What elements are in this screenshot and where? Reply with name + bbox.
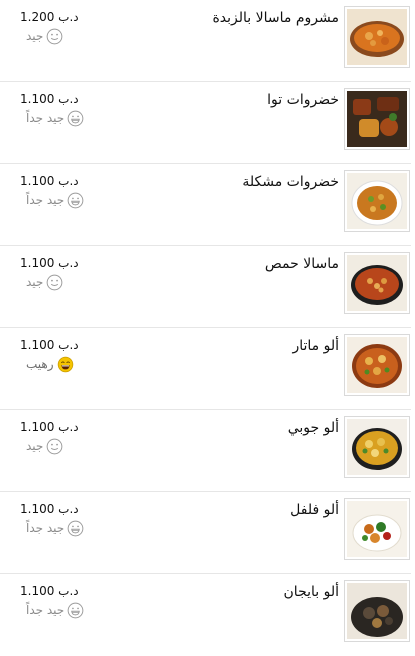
- dish-price: د.ب 1.100: [20, 174, 79, 188]
- dish-rating: جيد جداً: [26, 109, 84, 127]
- smile-face-icon: [47, 274, 63, 290]
- dish-name[interactable]: ألو بايجان: [284, 584, 339, 600]
- dish-thumbnail[interactable]: [344, 416, 410, 478]
- dish-name[interactable]: ألو جوبي: [288, 420, 339, 436]
- dish-photo-icon: [347, 173, 407, 229]
- rating-label: جيد: [26, 439, 44, 453]
- dish-photo-icon: [347, 255, 407, 311]
- rating-label: جيد جداً: [26, 111, 65, 125]
- menu-list: مشروم ماسالا بالزبدة د.ب 1.200 جيد خضروا…: [0, 0, 415, 642]
- dish-price: د.ب 1.200: [20, 10, 79, 24]
- dish-rating: جيد جداً: [26, 191, 84, 209]
- dish-photo-icon: [347, 419, 407, 475]
- dish-rating: جيد: [26, 437, 63, 455]
- menu-item[interactable]: خضروات مشكلة د.ب 1.100 جيد جداً: [0, 164, 411, 246]
- dish-photo-icon: [347, 337, 407, 393]
- dish-photo-icon: [347, 501, 407, 557]
- rating-label: جيد جداً: [26, 193, 65, 207]
- dish-rating: جيد: [26, 273, 63, 291]
- grin-face-icon: [67, 602, 84, 618]
- rating-label: رهيب: [26, 357, 54, 371]
- grin-face-icon: [67, 110, 84, 126]
- dish-rating: جيد: [26, 27, 63, 45]
- menu-item[interactable]: ألو بايجان د.ب 1.100 جيد جداً: [0, 574, 411, 656]
- dish-photo-icon: [347, 91, 407, 147]
- menu-item[interactable]: ماسالا حمص د.ب 1.100 جيد: [0, 246, 411, 328]
- dish-name[interactable]: ألو فلفل: [290, 502, 339, 518]
- dish-price: د.ب 1.100: [20, 584, 79, 598]
- menu-item[interactable]: ألو ماتار د.ب 1.100 رهيب: [0, 328, 411, 410]
- menu-item[interactable]: ألو جوبي د.ب 1.100 جيد: [0, 410, 411, 492]
- dish-price: د.ب 1.100: [20, 420, 79, 434]
- dish-rating: رهيب: [26, 355, 74, 373]
- dish-thumbnail[interactable]: [344, 580, 410, 642]
- smile-face-icon: [47, 28, 63, 44]
- grin-face-icon: [67, 192, 84, 208]
- menu-item[interactable]: ألو فلفل د.ب 1.100 جيد جداً: [0, 492, 411, 574]
- dish-thumbnail[interactable]: [344, 170, 410, 232]
- dish-price: د.ب 1.100: [20, 92, 79, 106]
- dish-name[interactable]: ماسالا حمص: [265, 256, 339, 272]
- dish-thumbnail[interactable]: [344, 252, 410, 314]
- rating-label: جيد: [26, 275, 44, 289]
- dish-name[interactable]: مشروم ماسالا بالزبدة: [212, 10, 339, 26]
- dish-photo-icon: [347, 583, 407, 639]
- grin-face-icon: [67, 520, 84, 536]
- smile-face-icon: [47, 438, 63, 454]
- dish-price: د.ب 1.100: [20, 338, 79, 352]
- dish-rating: جيد جداً: [26, 519, 84, 537]
- rating-label: جيد: [26, 29, 44, 43]
- dish-name[interactable]: ألو ماتار: [292, 338, 339, 354]
- dish-price: د.ب 1.100: [20, 502, 79, 516]
- menu-item[interactable]: مشروم ماسالا بالزبدة د.ب 1.200 جيد: [0, 0, 411, 82]
- dish-photo-icon: [347, 9, 407, 65]
- dish-name[interactable]: خضروات توا: [267, 92, 339, 108]
- dish-price: د.ب 1.100: [20, 256, 79, 270]
- dish-thumbnail[interactable]: [344, 334, 410, 396]
- rating-label: جيد جداً: [26, 521, 65, 535]
- laughing-face-icon: [57, 356, 73, 372]
- dish-thumbnail[interactable]: [344, 498, 410, 560]
- dish-thumbnail[interactable]: [344, 88, 410, 150]
- dish-rating: جيد جداً: [26, 601, 84, 619]
- menu-item[interactable]: خضروات توا د.ب 1.100 جيد جداً: [0, 82, 411, 164]
- dish-thumbnail[interactable]: [344, 6, 410, 68]
- rating-label: جيد جداً: [26, 603, 65, 617]
- dish-name[interactable]: خضروات مشكلة: [242, 174, 339, 190]
